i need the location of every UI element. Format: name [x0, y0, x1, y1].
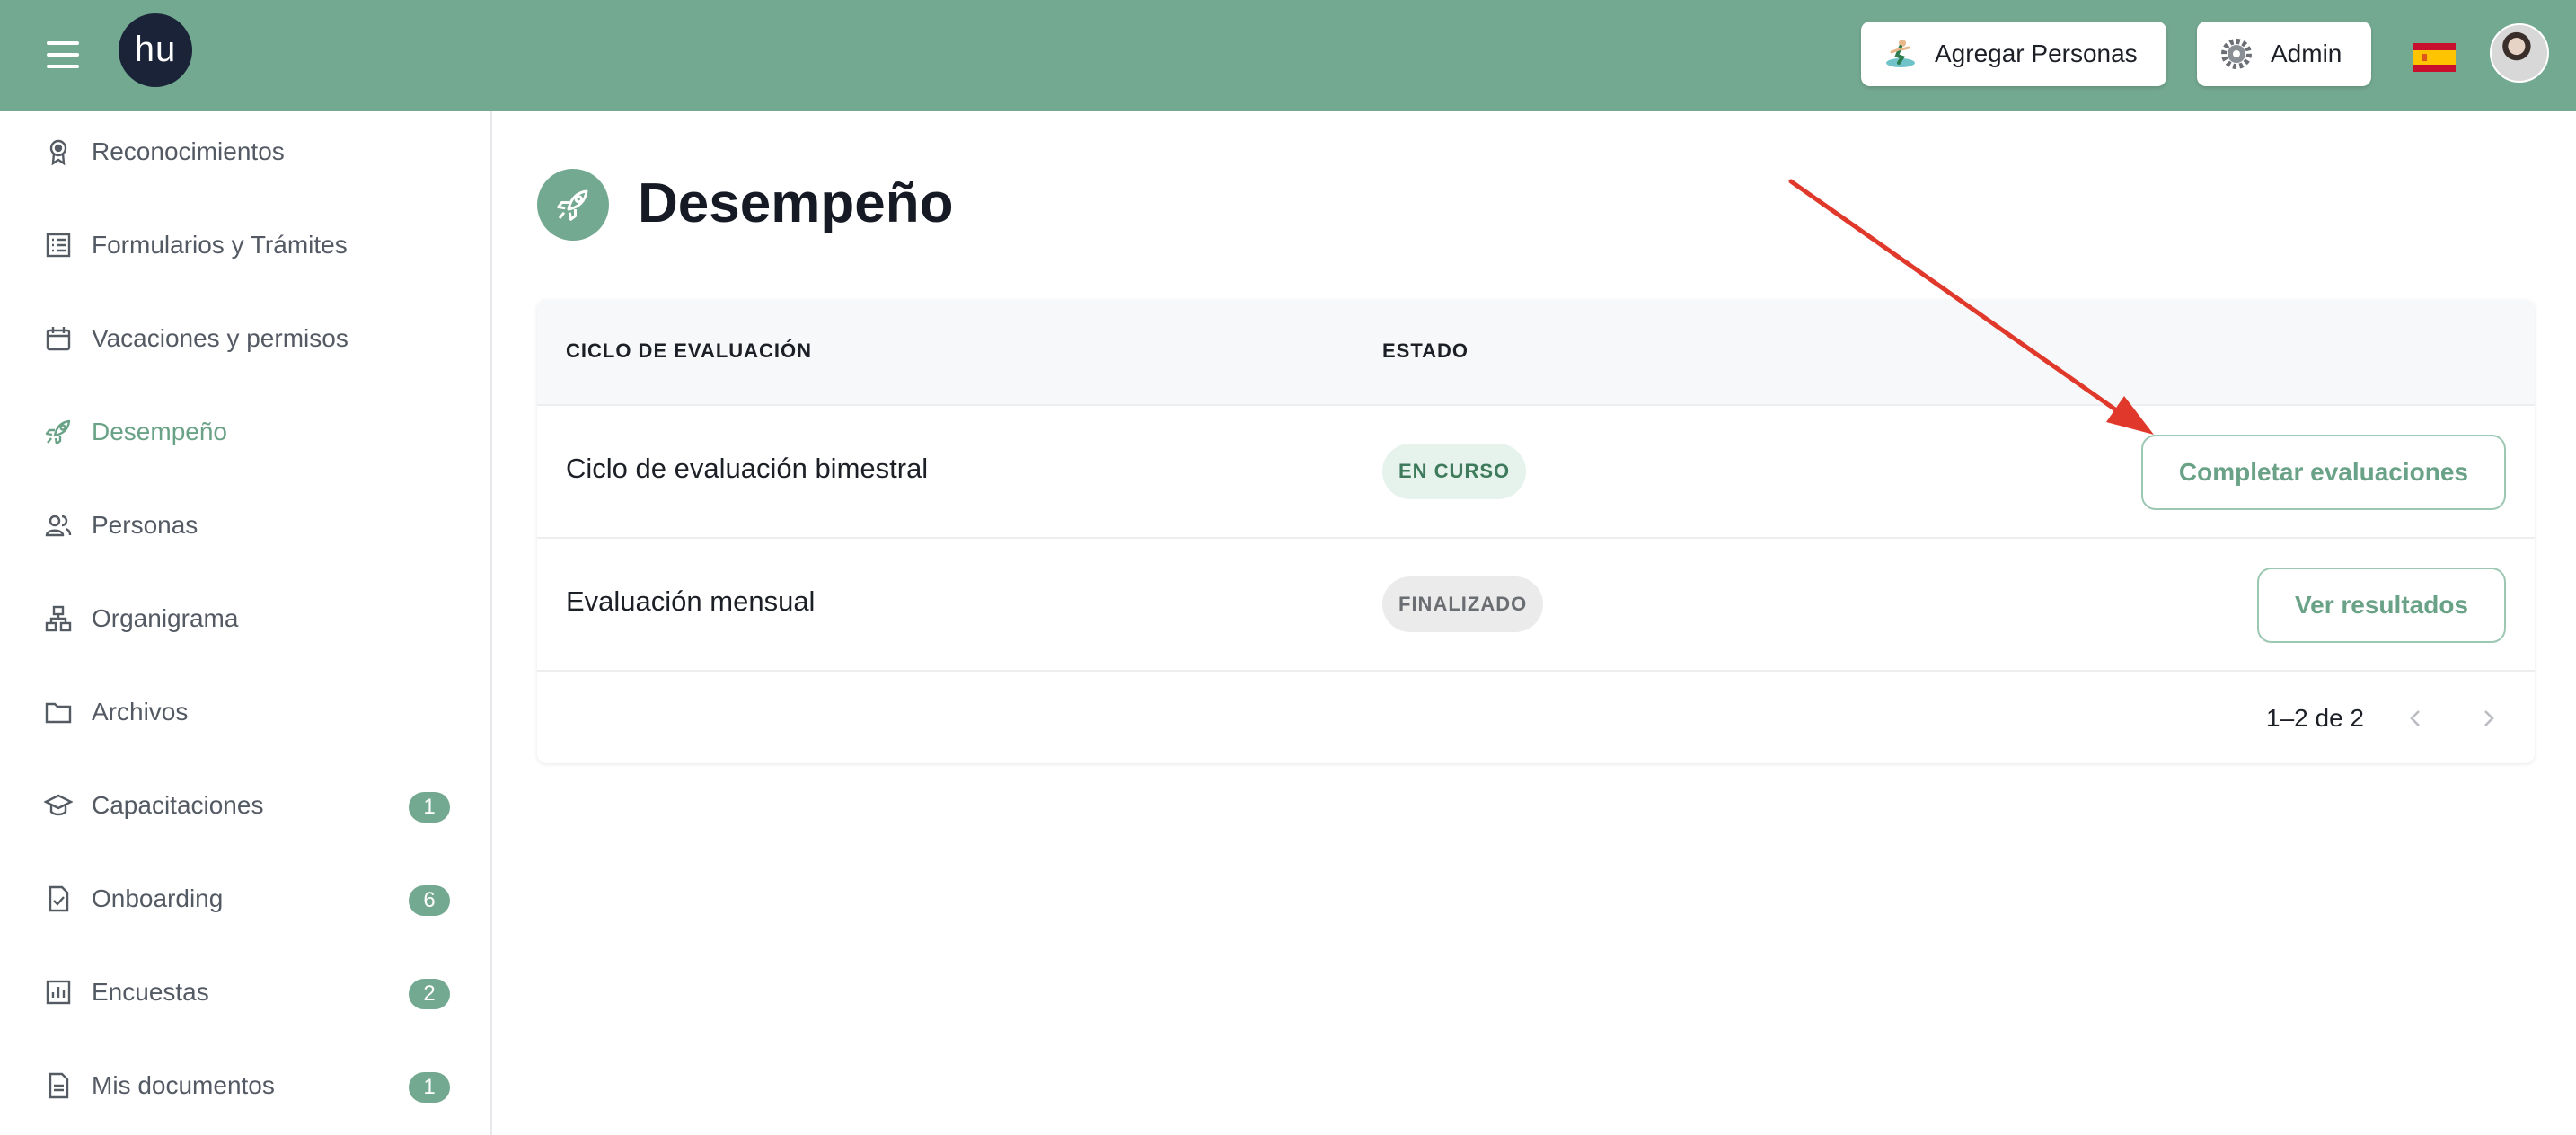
column-header-cycle: CICLO DE EVALUACIÓN: [566, 339, 813, 362]
sidebar-item-label: Vacaciones y permisos: [92, 324, 348, 352]
cycle-name: Evaluación mensual: [566, 585, 816, 617]
sidebar-item-encuestas[interactable]: Encuestas 2: [0, 952, 490, 1033]
cycle-name: Ciclo de evaluación bimestral: [566, 453, 929, 484]
gear-icon: [2219, 36, 2254, 72]
user-avatar[interactable]: [2490, 23, 2549, 83]
count-badge: 1: [409, 1072, 450, 1103]
chevron-left-icon[interactable]: [2396, 699, 2436, 738]
sidebar-item-label: Formularios y Trámites: [92, 231, 348, 259]
count-badge: 1: [409, 792, 450, 823]
table-row: Ciclo de evaluación bimestral EN CURSO C…: [537, 404, 2535, 537]
calendar-icon: [41, 321, 75, 356]
sidebar-item-label: Reconocimientos: [92, 137, 285, 165]
top-bar: hu Agregar Personas Admin: [0, 0, 2576, 111]
status-badge: FINALIZADO: [1382, 576, 1544, 632]
sidebar-item-personas[interactable]: Personas: [0, 485, 490, 566]
sidebar-item-capacitaciones[interactable]: Capacitaciones 1: [0, 765, 490, 846]
rocket-icon: [41, 415, 75, 449]
rocket-icon: [537, 169, 609, 241]
menu-icon[interactable]: [47, 41, 79, 68]
sidebar-item-vacaciones[interactable]: Vacaciones y permisos: [0, 298, 490, 379]
document-icon: [41, 1069, 75, 1103]
admin-label: Admin: [2271, 40, 2342, 67]
sidebar-item-organigrama[interactable]: Organigrama: [0, 578, 490, 659]
surfer-icon: [1883, 36, 1919, 72]
sidebar-item-label: Personas: [92, 511, 198, 539]
sidebar-item-label: Capacitaciones: [92, 791, 264, 819]
chevron-right-icon[interactable]: [2468, 699, 2508, 738]
logo[interactable]: hu: [119, 13, 192, 87]
column-header-status: ESTADO: [1382, 339, 1469, 362]
award-icon: [41, 135, 75, 169]
complete-evaluations-button[interactable]: Completar evaluaciones: [2140, 435, 2506, 510]
people-icon: [41, 508, 75, 542]
sidebar-item-label: Encuestas: [92, 978, 209, 1006]
bar-chart-icon: [41, 975, 75, 1009]
sidebar-item-mis-documentos[interactable]: Mis documentos 1: [0, 1045, 490, 1126]
spain-flag-icon[interactable]: [2413, 43, 2456, 72]
sidebar-item-formularios[interactable]: Formularios y Trámites: [0, 205, 490, 286]
org-chart-icon: [41, 602, 75, 636]
sidebar-item-reconocimientos[interactable]: Reconocimientos: [0, 111, 490, 192]
file-check-icon: [41, 882, 75, 916]
sidebar: Reconocimientos Formularios y Trámites V…: [0, 111, 492, 1135]
table-header: CICLO DE EVALUACIÓN ESTADO: [537, 300, 2535, 406]
add-people-label: Agregar Personas: [1935, 40, 2138, 67]
add-people-button[interactable]: Agregar Personas: [1861, 22, 2166, 86]
evaluation-cycles-table: CICLO DE EVALUACIÓN ESTADO Ciclo de eval…: [537, 300, 2535, 763]
folder-icon: [41, 695, 75, 729]
sidebar-item-label: Mis documentos: [92, 1071, 275, 1099]
sidebar-item-label: Desempeño: [92, 418, 227, 445]
table-pagination: 1–2 de 2: [537, 670, 2535, 763]
table-row: Evaluación mensual FINALIZADO Ver result…: [537, 537, 2535, 670]
sidebar-item-onboarding[interactable]: Onboarding 6: [0, 858, 490, 939]
sidebar-item-archivos[interactable]: Archivos: [0, 672, 490, 752]
page-title: Desempeño: [638, 172, 954, 234]
list-icon: [41, 228, 75, 262]
status-badge: EN CURSO: [1382, 444, 1527, 499]
view-results-button[interactable]: Ver resultados: [2257, 568, 2506, 643]
pagination-range: 1–2 de 2: [2266, 704, 2364, 732]
count-badge: 2: [409, 979, 450, 1009]
admin-button[interactable]: Admin: [2197, 22, 2371, 86]
sidebar-item-label: Onboarding: [92, 884, 224, 912]
graduation-cap-icon: [41, 788, 75, 823]
sidebar-item-desempeno[interactable]: Desempeño: [0, 392, 490, 472]
count-badge: 6: [409, 885, 450, 916]
sidebar-item-label: Archivos: [92, 698, 189, 726]
sidebar-item-label: Organigrama: [92, 604, 239, 632]
